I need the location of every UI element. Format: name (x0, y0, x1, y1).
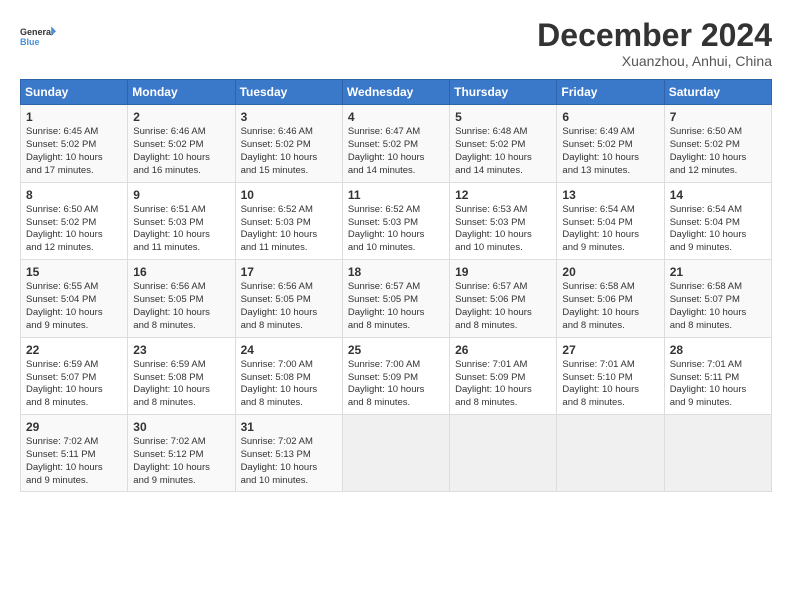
calendar-cell: 31Sunrise: 7:02 AMSunset: 5:13 PMDayligh… (235, 414, 342, 491)
calendar-cell: 13Sunrise: 6:54 AMSunset: 5:04 PMDayligh… (557, 182, 664, 259)
day-number: 5 (455, 109, 552, 125)
title-block: December 2024 Xuanzhou, Anhui, China (537, 18, 772, 69)
calendar-cell: 20Sunrise: 6:58 AMSunset: 5:06 PMDayligh… (557, 260, 664, 337)
calendar-cell: 10Sunrise: 6:52 AMSunset: 5:03 PMDayligh… (235, 182, 342, 259)
calendar-cell: 21Sunrise: 6:58 AMSunset: 5:07 PMDayligh… (664, 260, 771, 337)
svg-text:General: General (20, 27, 54, 37)
day-number: 19 (455, 264, 552, 280)
calendar-cell: 7Sunrise: 6:50 AMSunset: 5:02 PMDaylight… (664, 105, 771, 182)
day-number: 13 (562, 187, 659, 203)
calendar-cell: 16Sunrise: 6:56 AMSunset: 5:05 PMDayligh… (128, 260, 235, 337)
day-number: 6 (562, 109, 659, 125)
calendar-cell: 17Sunrise: 6:56 AMSunset: 5:05 PMDayligh… (235, 260, 342, 337)
calendar-cell: 3Sunrise: 6:46 AMSunset: 5:02 PMDaylight… (235, 105, 342, 182)
header-tuesday: Tuesday (235, 80, 342, 105)
day-number: 20 (562, 264, 659, 280)
day-number: 26 (455, 342, 552, 358)
calendar-cell: 29Sunrise: 7:02 AMSunset: 5:11 PMDayligh… (21, 414, 128, 491)
day-number: 18 (348, 264, 445, 280)
calendar-cell: 6Sunrise: 6:49 AMSunset: 5:02 PMDaylight… (557, 105, 664, 182)
day-number: 4 (348, 109, 445, 125)
logo-icon: General Blue (20, 18, 56, 54)
calendar-cell: 18Sunrise: 6:57 AMSunset: 5:05 PMDayligh… (342, 260, 449, 337)
day-number: 9 (133, 187, 230, 203)
calendar-cell: 22Sunrise: 6:59 AMSunset: 5:07 PMDayligh… (21, 337, 128, 414)
calendar-cell: 9Sunrise: 6:51 AMSunset: 5:03 PMDaylight… (128, 182, 235, 259)
calendar-week-row: 22Sunrise: 6:59 AMSunset: 5:07 PMDayligh… (21, 337, 772, 414)
calendar-week-row: 29Sunrise: 7:02 AMSunset: 5:11 PMDayligh… (21, 414, 772, 491)
day-number: 2 (133, 109, 230, 125)
header-sunday: Sunday (21, 80, 128, 105)
calendar-cell: 30Sunrise: 7:02 AMSunset: 5:12 PMDayligh… (128, 414, 235, 491)
calendar-cell (557, 414, 664, 491)
calendar-cell: 15Sunrise: 6:55 AMSunset: 5:04 PMDayligh… (21, 260, 128, 337)
header-saturday: Saturday (664, 80, 771, 105)
day-number: 31 (241, 419, 338, 435)
logo: General Blue (20, 18, 56, 54)
day-number: 22 (26, 342, 123, 358)
calendar-cell: 2Sunrise: 6:46 AMSunset: 5:02 PMDaylight… (128, 105, 235, 182)
calendar-cell: 1Sunrise: 6:45 AMSunset: 5:02 PMDaylight… (21, 105, 128, 182)
header-wednesday: Wednesday (342, 80, 449, 105)
calendar-cell: 24Sunrise: 7:00 AMSunset: 5:08 PMDayligh… (235, 337, 342, 414)
calendar-cell: 5Sunrise: 6:48 AMSunset: 5:02 PMDaylight… (450, 105, 557, 182)
day-number: 15 (26, 264, 123, 280)
svg-text:Blue: Blue (20, 37, 40, 47)
page-title: December 2024 (537, 18, 772, 53)
day-number: 17 (241, 264, 338, 280)
calendar-cell (342, 414, 449, 491)
calendar-cell: 11Sunrise: 6:52 AMSunset: 5:03 PMDayligh… (342, 182, 449, 259)
day-number: 3 (241, 109, 338, 125)
calendar-cell (664, 414, 771, 491)
page-header: General Blue December 2024 Xuanzhou, Anh… (20, 18, 772, 69)
header-thursday: Thursday (450, 80, 557, 105)
day-number: 30 (133, 419, 230, 435)
page-subtitle: Xuanzhou, Anhui, China (537, 53, 772, 69)
day-number: 28 (670, 342, 767, 358)
day-number: 7 (670, 109, 767, 125)
calendar-cell: 14Sunrise: 6:54 AMSunset: 5:04 PMDayligh… (664, 182, 771, 259)
calendar-cell: 4Sunrise: 6:47 AMSunset: 5:02 PMDaylight… (342, 105, 449, 182)
day-number: 27 (562, 342, 659, 358)
day-number: 16 (133, 264, 230, 280)
calendar-cell: 19Sunrise: 6:57 AMSunset: 5:06 PMDayligh… (450, 260, 557, 337)
calendar-header-row: Sunday Monday Tuesday Wednesday Thursday… (21, 80, 772, 105)
day-number: 29 (26, 419, 123, 435)
calendar-week-row: 8Sunrise: 6:50 AMSunset: 5:02 PMDaylight… (21, 182, 772, 259)
day-number: 11 (348, 187, 445, 203)
day-number: 8 (26, 187, 123, 203)
calendar-cell (450, 414, 557, 491)
day-number: 1 (26, 109, 123, 125)
day-number: 14 (670, 187, 767, 203)
calendar-cell: 8Sunrise: 6:50 AMSunset: 5:02 PMDaylight… (21, 182, 128, 259)
day-number: 10 (241, 187, 338, 203)
calendar-week-row: 15Sunrise: 6:55 AMSunset: 5:04 PMDayligh… (21, 260, 772, 337)
calendar-cell: 12Sunrise: 6:53 AMSunset: 5:03 PMDayligh… (450, 182, 557, 259)
calendar-cell: 23Sunrise: 6:59 AMSunset: 5:08 PMDayligh… (128, 337, 235, 414)
calendar-cell: 25Sunrise: 7:00 AMSunset: 5:09 PMDayligh… (342, 337, 449, 414)
calendar-table: Sunday Monday Tuesday Wednesday Thursday… (20, 79, 772, 492)
header-friday: Friday (557, 80, 664, 105)
calendar-cell: 27Sunrise: 7:01 AMSunset: 5:10 PMDayligh… (557, 337, 664, 414)
page-container: General Blue December 2024 Xuanzhou, Anh… (0, 0, 792, 502)
day-number: 23 (133, 342, 230, 358)
calendar-cell: 28Sunrise: 7:01 AMSunset: 5:11 PMDayligh… (664, 337, 771, 414)
day-number: 25 (348, 342, 445, 358)
day-number: 12 (455, 187, 552, 203)
calendar-cell: 26Sunrise: 7:01 AMSunset: 5:09 PMDayligh… (450, 337, 557, 414)
day-number: 21 (670, 264, 767, 280)
calendar-week-row: 1Sunrise: 6:45 AMSunset: 5:02 PMDaylight… (21, 105, 772, 182)
header-monday: Monday (128, 80, 235, 105)
day-number: 24 (241, 342, 338, 358)
